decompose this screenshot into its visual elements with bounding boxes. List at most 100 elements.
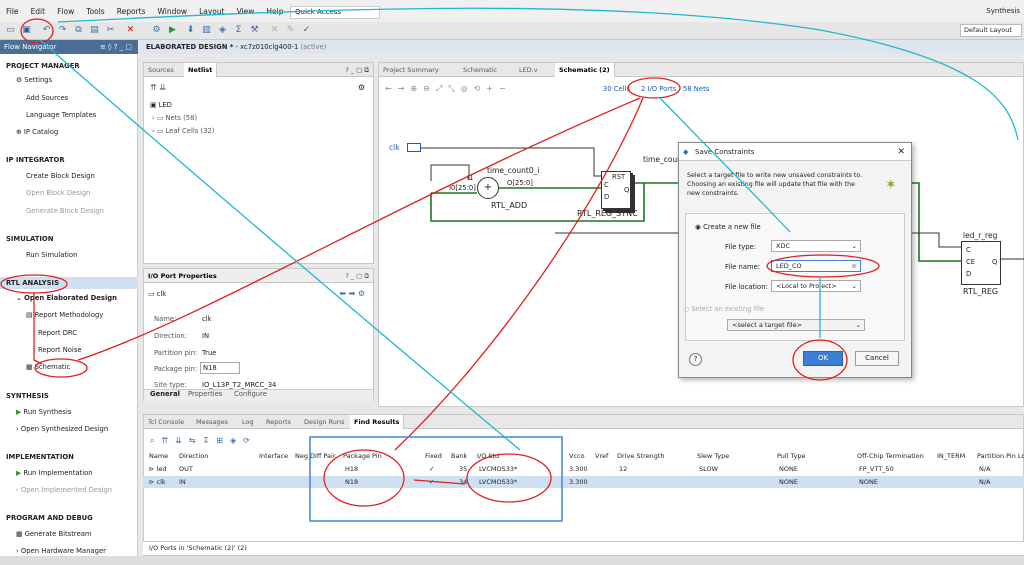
row-led-io-std[interactable]: LVCMOS33* [479,463,517,475]
menu-tools[interactable]: Tools [86,7,104,16]
row-led-fixed[interactable]: ✓ [429,463,434,475]
gear-icon[interactable]: ⚙ [358,83,365,92]
flow-item-report-methodology[interactable]: ▤ Report Methodology [26,311,103,319]
section-synthesis[interactable]: SYNTHESIS [6,392,49,400]
panel-controls-icon[interactable]: ? _ ▢ ⧉ [341,269,373,283]
col-bank[interactable]: Bank [451,450,467,462]
menu-view[interactable]: View [237,7,255,16]
quick-access-input[interactable]: Quick Access [290,6,380,19]
row-clk-pull[interactable]: NONE [779,476,798,488]
program-icon[interactable]: ▥ [200,24,213,37]
tab-configure[interactable]: Configure [234,390,267,398]
help-icon[interactable]: ? [689,353,702,366]
create-new-file-radio[interactable]: ◉ Create a new file [695,223,761,231]
tab-properties[interactable]: Properties [188,390,222,398]
open-folder-icon[interactable]: ▭ [4,24,17,37]
flow-item-language-templates[interactable]: Language Templates [26,111,96,119]
paste-icon[interactable]: ▤ [88,24,101,37]
row-clk-package-pin[interactable]: N18 [345,476,358,488]
flow-item-run-implementation[interactable]: ▶ Run Implementation [16,469,93,477]
tab-sources[interactable]: Sources [144,63,178,77]
flow-item-add-sources[interactable]: Add Sources [26,94,68,102]
nav-arrows-icon[interactable]: ⬅ ➡ ⚙ [339,289,365,298]
section-rtl-analysis[interactable]: RTL ANALYSIS [6,279,59,287]
col-name[interactable]: Name [149,450,168,462]
row-led-term[interactable]: FP_VTT_50 [859,463,894,475]
menu-layout[interactable]: Layout [199,7,225,16]
file-location-select[interactable]: <Local to Project> ⌄ [771,280,861,292]
flow-item-create-block-design[interactable]: Create Block Design [26,172,95,180]
probe-icon[interactable]: ✎ [284,24,297,37]
row-led-drive[interactable]: 12 [619,463,627,475]
tab-netlist[interactable]: Netlist [184,63,218,77]
netlist-nets[interactable]: › ▭ Nets (58) [152,114,197,122]
flow-item-open-hardware-manager[interactable]: › Open Hardware Manager [16,547,106,555]
section-ip-integrator[interactable]: IP INTEGRATOR [6,156,65,164]
existing-file-select[interactable]: <select a target file> ⌄ [727,319,865,331]
row-led-pull[interactable]: NONE [779,463,798,475]
section-simulation[interactable]: SIMULATION [6,235,53,243]
tab-find-results[interactable]: Find Results [350,415,405,429]
save-icon[interactable]: ▣ [20,24,33,37]
layout-select[interactable]: Default Layout [960,24,1022,37]
flow-item-generate-bitstream[interactable]: ▦ Generate Bitstream [16,530,92,538]
col-off-chip-term[interactable]: Off-Chip Termination [857,450,924,462]
flow-item-run-synthesis[interactable]: ▶ Run Synthesis [16,408,71,416]
panel-controls-icon[interactable]: ≡ ◊ ? _ ▢ [100,40,132,54]
redo-icon[interactable]: ↷ [56,24,69,37]
expand-icon[interactable]: ⇊ [159,83,166,92]
chip-icon[interactable]: ◈ [216,24,229,37]
col-drive-strength[interactable]: Drive Strength [617,450,665,462]
console-toolbar[interactable]: ⌕⇈⇊⇆↧⊞◈⟳ [150,436,257,446]
menu-flow[interactable]: Flow [57,7,74,16]
delete-icon[interactable]: ✕ [124,24,137,37]
section-project-manager[interactable]: PROJECT MANAGER [6,62,80,70]
row-clk-io-std[interactable]: LVCMOS33* [479,476,517,488]
run-icon[interactable]: ▶ [166,24,179,37]
flow-item-open-implemented-design[interactable]: › Open Implemented Design [16,486,112,494]
tab-log[interactable]: Log [238,415,258,429]
clear-icon[interactable]: ⊗ [852,261,857,271]
select-existing-radio[interactable]: ○ Select an existing file [683,305,764,313]
netlist-root[interactable]: ▣ LED [150,101,172,109]
col-neg-diff-pair[interactable]: Neg Diff Pair [295,450,336,462]
row-led-slew[interactable]: SLOW [699,463,718,475]
col-io-std[interactable]: I/O Std [477,450,499,462]
col-slew-type[interactable]: Slew Type [697,450,729,462]
row-clk-term[interactable]: NONE [859,476,878,488]
file-type-select[interactable]: XDC ⌄ [771,240,861,252]
menu-reports[interactable]: Reports [117,7,146,16]
netlist-leaf-cells[interactable]: › ▭ Leaf Cells (32) [152,127,214,135]
tab-reports[interactable]: Reports [262,415,295,429]
col-partition-pin-loc[interactable]: Partition Pin Loc [977,450,1024,462]
tab-design-runs[interactable]: Design Runs [300,415,348,429]
flow-item-generate-block-design[interactable]: Generate Block Design [26,207,104,215]
menu-window[interactable]: Window [157,7,187,16]
flow-item-ip-catalog[interactable]: ⊕ IP Catalog [16,128,58,136]
row-clk-fixed[interactable]: ✓ [429,476,434,488]
panel-controls-icon[interactable]: ? _ ▢ ⧉ [341,63,373,77]
menu-help[interactable]: Help [266,7,283,16]
table-row[interactable]: ⊳ led OUT H18 ✓ 35 LVCMOS33* 3.300 12 SL… [143,463,1024,475]
tab-tcl-console[interactable]: Tcl Console [144,415,188,429]
flow-item-report-drc[interactable]: Report DRC [38,329,77,337]
flow-item-settings[interactable]: ⚙ Settings [16,76,52,84]
section-program-debug[interactable]: PROGRAM AND DEBUG [6,514,93,522]
package-pin-input[interactable]: N18 [200,362,240,374]
undo-icon[interactable]: ↶ [40,24,53,37]
ok-button[interactable]: OK [803,351,843,366]
cross-icon[interactable]: ✕ [268,24,281,37]
flow-item-schematic[interactable]: ▦ Schematic [26,363,70,371]
col-interface[interactable]: Interface [259,450,288,462]
copy-icon[interactable]: ⧉ [72,24,85,37]
flow-item-run-simulation[interactable]: Run Simulation [26,251,77,259]
col-pull-type[interactable]: Pull Type [777,450,806,462]
col-vref[interactable]: Vref [595,450,608,462]
close-icon[interactable]: ✕ [897,147,905,157]
menu-file[interactable]: File [6,7,19,16]
settings-icon[interactable]: ⚙ [150,24,163,37]
col-in-term[interactable]: IN_TERM [937,450,965,462]
cancel-button[interactable]: Cancel [855,351,899,366]
tab-messages[interactable]: Messages [192,415,232,429]
download-icon[interactable]: ⬇ [184,24,197,37]
